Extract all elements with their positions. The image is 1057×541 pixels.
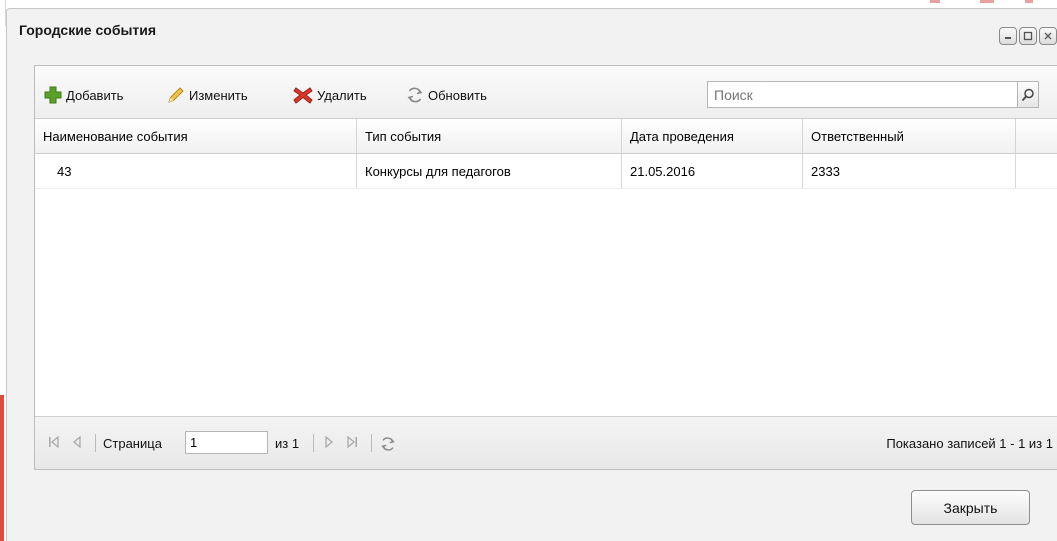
add-button-label: Добавить xyxy=(66,87,124,103)
page-number-value: 1 xyxy=(190,435,198,450)
search-input[interactable] xyxy=(708,82,1008,107)
last-page-icon xyxy=(347,435,357,449)
column-header-filler xyxy=(1016,119,1057,153)
refresh-button[interactable]: Обновить xyxy=(405,85,487,105)
window-titlebar[interactable]: Городские события xyxy=(7,9,1057,51)
last-page-button[interactable] xyxy=(345,435,359,449)
page-total-label: из 1 xyxy=(275,436,300,451)
grid-toolbar: Добавить Изменить Удалить Обновить Поиск xyxy=(35,66,1057,119)
refresh-button-label: Обновить xyxy=(428,87,487,103)
pencil-icon xyxy=(168,87,184,103)
minimize-button[interactable] xyxy=(999,27,1017,45)
page-number-input[interactable]: 1 xyxy=(185,431,268,454)
cell-event-type: Конкурсы для педагогов xyxy=(357,154,622,188)
window-title: Городские события xyxy=(19,22,157,38)
delete-button[interactable]: Удалить xyxy=(292,85,367,105)
column-header-responsible[interactable]: Ответственный xyxy=(803,119,1016,153)
pager-separator xyxy=(371,434,372,452)
search-button[interactable] xyxy=(1017,81,1039,108)
window-controls xyxy=(999,27,1057,45)
grid-header: Наименование события Тип события Дата пр… xyxy=(35,119,1057,154)
add-button[interactable]: Добавить xyxy=(43,85,123,105)
column-header-label: Наименование события xyxy=(43,128,188,144)
refresh-icon xyxy=(407,87,423,103)
column-header-label: Дата проведения xyxy=(630,128,734,144)
close-icon xyxy=(1044,32,1052,40)
edit-button-label: Изменить xyxy=(189,87,248,103)
search-icon xyxy=(1021,88,1034,101)
delete-button-label: Удалить xyxy=(317,87,367,103)
search-box xyxy=(707,81,1039,108)
background-accent xyxy=(0,395,4,541)
close-dialog-button-label: Закрыть xyxy=(943,499,998,516)
events-grid-panel: Добавить Изменить Удалить Обновить Поиск… xyxy=(34,65,1057,470)
column-header-event-name[interactable]: Наименование события xyxy=(35,119,357,153)
pager-separator xyxy=(95,434,96,452)
prev-page-button[interactable] xyxy=(71,435,83,449)
delete-icon xyxy=(293,87,313,104)
city-events-window: Городские события Добавить Изменить Удал… xyxy=(6,8,1057,541)
column-header-label: Тип события xyxy=(365,128,442,144)
prev-page-icon xyxy=(72,435,81,449)
next-page-button[interactable] xyxy=(323,435,335,449)
background-artifact xyxy=(930,0,1040,4)
first-page-icon xyxy=(49,435,59,449)
records-status: Показано записей 1 - 1 из 1 xyxy=(886,436,1053,451)
refresh-icon xyxy=(381,437,395,451)
paging-toolbar: Страница 1 из 1 Показано записей 1 - 1 и… xyxy=(35,416,1057,469)
plus-icon xyxy=(44,86,62,104)
next-page-icon xyxy=(325,435,334,449)
close-button[interactable] xyxy=(1039,27,1057,45)
column-header-event-date[interactable]: Дата проведения xyxy=(622,119,803,153)
page-label: Страница xyxy=(103,436,162,451)
pager-separator xyxy=(313,434,314,452)
edit-button[interactable]: Изменить xyxy=(166,85,248,105)
column-header-event-type[interactable]: Тип события xyxy=(357,119,622,153)
grid-body: 43 Конкурсы для педагогов 21.05.2016 233… xyxy=(35,154,1057,418)
column-header-label: Ответственный xyxy=(811,128,904,144)
maximize-button[interactable] xyxy=(1019,27,1037,45)
first-page-button[interactable] xyxy=(47,435,61,449)
cell-responsible: 2333 xyxy=(803,154,1016,188)
maximize-icon xyxy=(1023,31,1033,41)
table-row[interactable]: 43 Конкурсы для педагогов 21.05.2016 233… xyxy=(35,154,1057,189)
pager-refresh-button[interactable] xyxy=(379,435,397,453)
minimize-icon xyxy=(1005,37,1011,39)
close-dialog-button[interactable]: Закрыть xyxy=(911,490,1030,525)
cell-event-date: 21.05.2016 xyxy=(622,154,803,188)
cell-event-name: 43 xyxy=(35,154,357,188)
